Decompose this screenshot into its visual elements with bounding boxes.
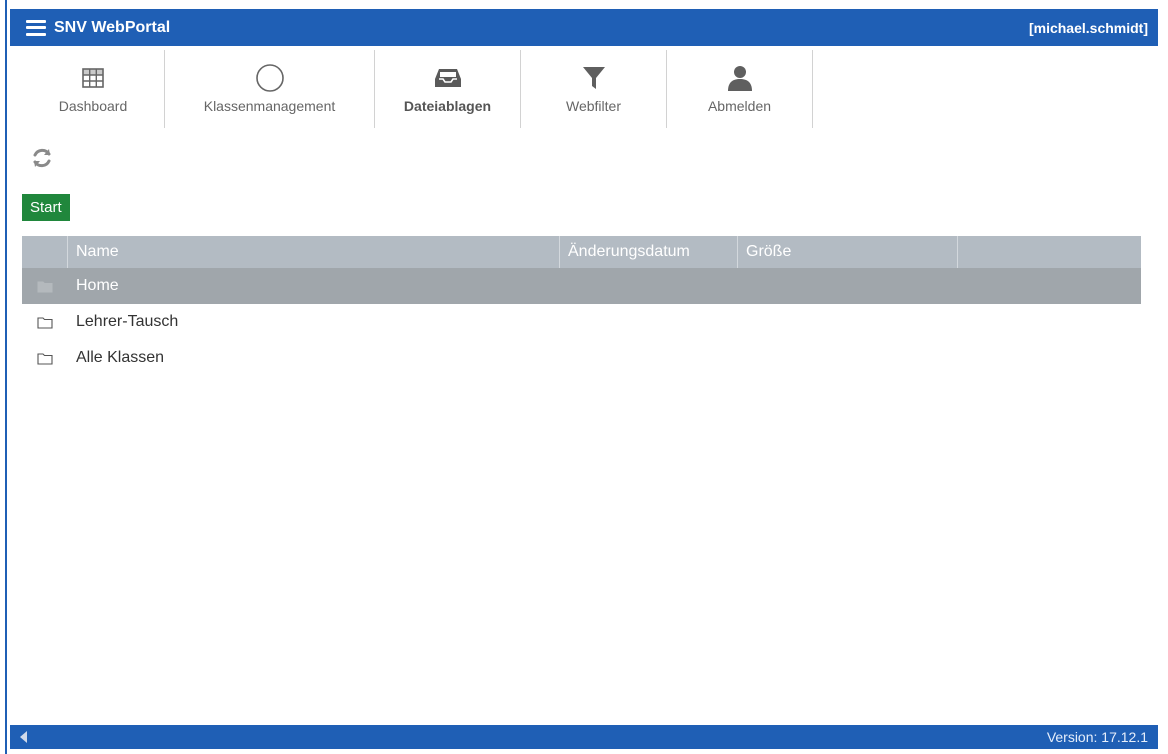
folder-icon (22, 280, 68, 293)
table-header: Name Änderungsdatum Größe (22, 236, 1141, 268)
toolbar-label: Dateiablagen (403, 98, 492, 114)
table-row[interactable]: Lehrer-Tausch (22, 304, 1141, 340)
circle-icon (255, 62, 285, 94)
browser-window: SNV WebPortal [michael.schmidt] Dashboar… (0, 0, 1168, 754)
collapse-arrow-icon[interactable] (20, 731, 27, 743)
toolbar-label: Abmelden (707, 98, 772, 114)
table-row[interactable]: Home (22, 268, 1141, 304)
column-header-filler (958, 236, 1141, 268)
folder-icon (22, 352, 68, 365)
refresh-icon[interactable] (30, 146, 54, 170)
window-edge (0, 0, 7, 754)
row-name: Alle Klassen (76, 349, 165, 366)
toolbar-label: Dashboard (58, 98, 128, 114)
start-button[interactable]: Start (22, 194, 70, 221)
folder-icon (22, 316, 68, 329)
column-header-name[interactable]: Name (68, 236, 560, 268)
hamburger-menu-icon[interactable] (26, 19, 46, 36)
column-header-date[interactable]: Änderungsdatum (560, 236, 738, 268)
table-row[interactable]: Alle Klassen (22, 340, 1141, 376)
main-toolbar: Dashboard Klassenmanagement Dateiablagen (22, 50, 813, 128)
toolbar-dateiablagen[interactable]: Dateiablagen (375, 50, 521, 128)
user-name[interactable]: [michael.schmidt] (1029, 20, 1148, 36)
toolbar-klassenmanagement[interactable]: Klassenmanagement (165, 50, 375, 128)
toolbar-dashboard[interactable]: Dashboard (22, 50, 165, 128)
status-bar: Version: 17.12.1 (10, 725, 1158, 749)
user-icon (726, 62, 754, 94)
toolbar-label: Webfilter (566, 98, 621, 114)
icon-column-header (22, 236, 68, 268)
file-table: Name Änderungsdatum Größe Home Lehrer-Ta… (22, 236, 1141, 376)
column-header-size[interactable]: Größe (738, 236, 958, 268)
table-grid-icon (82, 62, 104, 94)
row-name: Home (76, 277, 119, 294)
funnel-icon (582, 62, 606, 94)
version-label: Version: 17.12.1 (1046, 729, 1148, 745)
app-title: SNV WebPortal (54, 18, 171, 36)
toolbar-abmelden[interactable]: Abmelden (667, 50, 813, 128)
toolbar-label: Klassenmanagement (203, 98, 336, 114)
app-header: SNV WebPortal [michael.schmidt] (10, 9, 1158, 46)
inbox-tray-icon (434, 62, 462, 94)
row-name: Lehrer-Tausch (76, 313, 179, 330)
toolbar-webfilter[interactable]: Webfilter (521, 50, 667, 128)
